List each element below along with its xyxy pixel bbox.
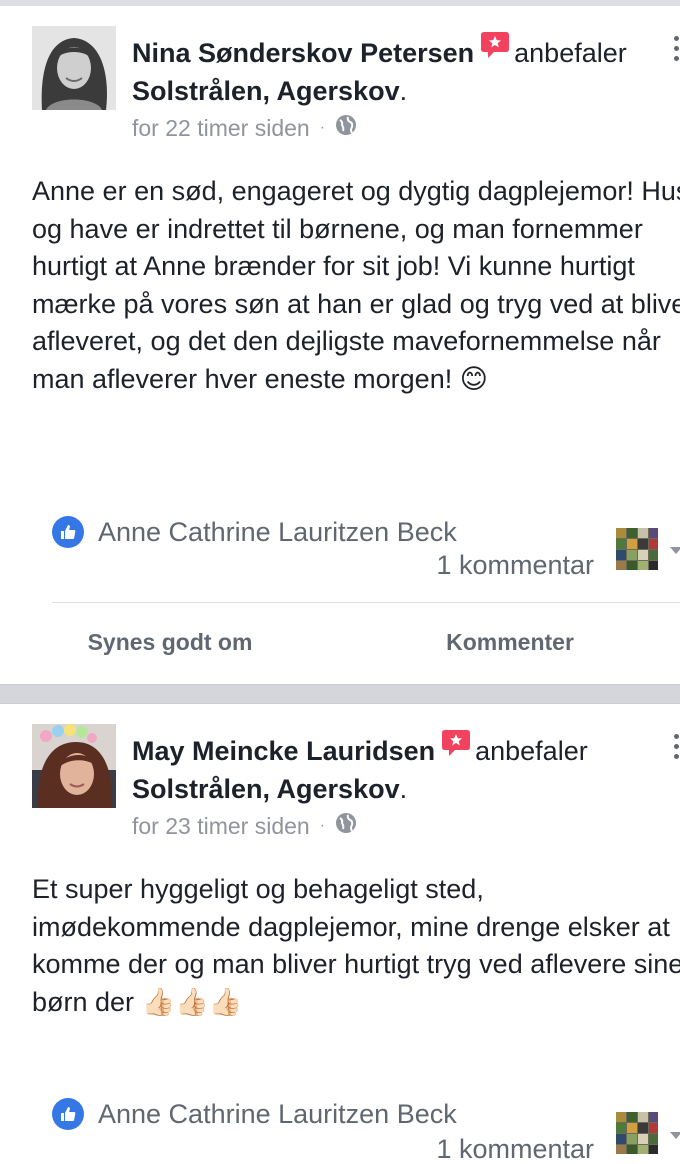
recommends-text: anbefaler xyxy=(514,38,627,68)
like-button[interactable]: Synes godt om xyxy=(0,602,340,682)
liked-by-name: Anne Cathrine Lauritzen Beck xyxy=(98,1098,457,1129)
recommend-badge-icon xyxy=(480,30,510,70)
page-name-link[interactable]: Solstrålen, Agerskov xyxy=(132,774,400,804)
reactions-row[interactable]: Anne Cathrine Lauritzen Beck xyxy=(52,1098,457,1130)
feed-separator xyxy=(0,684,680,704)
globe-icon xyxy=(335,114,357,142)
like-reaction-icon xyxy=(52,516,84,548)
chevron-down-icon[interactable] xyxy=(670,547,680,554)
recommend-badge-icon xyxy=(441,728,471,768)
recommends-text: anbefaler xyxy=(475,736,588,766)
reactions-row[interactable]: Anne Cathrine Lauritzen Beck xyxy=(52,516,457,548)
more-options-icon[interactable] xyxy=(674,734,680,764)
like-reaction-icon xyxy=(52,1098,84,1130)
post-meta: for 23 timer siden · xyxy=(132,812,357,840)
timestamp[interactable]: for 22 timer siden xyxy=(132,115,310,142)
post-card: Nina Sønderskov Petersen anbefaler Solstr… xyxy=(0,6,680,684)
avatar[interactable] xyxy=(32,724,116,808)
commenter-thumbnail[interactable] xyxy=(616,1112,658,1154)
post-meta: for 22 timer siden · xyxy=(132,114,357,142)
post-text: Et super hyggeligt og behageligt sted, i… xyxy=(32,874,680,1017)
avatar[interactable] xyxy=(32,26,116,110)
period: . xyxy=(399,76,408,106)
more-options-icon[interactable] xyxy=(674,36,680,66)
author-name[interactable]: May Meincke Lauridsen xyxy=(132,736,435,766)
period: . xyxy=(399,774,408,804)
post-card: May Meincke Lauridsen anbefaler Solstråle… xyxy=(0,704,680,1164)
separator-dot: · xyxy=(319,119,326,136)
comment-count[interactable]: 1 kommentar xyxy=(436,550,594,581)
page-name-link[interactable]: Solstrålen, Agerskov xyxy=(132,76,400,106)
globe-icon xyxy=(335,812,357,840)
separator-dot: · xyxy=(319,817,326,834)
comment-count[interactable]: 1 kommentar xyxy=(436,1134,594,1164)
post-text: Anne er en sød, engageret og dygtig dagp… xyxy=(32,176,680,394)
action-bar: Synes godt om Kommenter xyxy=(0,602,680,682)
author-name[interactable]: Nina Sønderskov Petersen xyxy=(132,38,474,68)
commenter-thumbnail[interactable] xyxy=(616,528,658,570)
comment-button[interactable]: Kommenter xyxy=(340,602,680,682)
post-header: Nina Sønderskov Petersen anbefaler Solstr… xyxy=(132,30,672,110)
timestamp[interactable]: for 23 timer siden xyxy=(132,813,310,840)
post-header: May Meincke Lauridsen anbefaler Solstråle… xyxy=(132,728,672,808)
chevron-down-icon[interactable] xyxy=(670,1132,680,1139)
liked-by-name: Anne Cathrine Lauritzen Beck xyxy=(98,516,457,547)
